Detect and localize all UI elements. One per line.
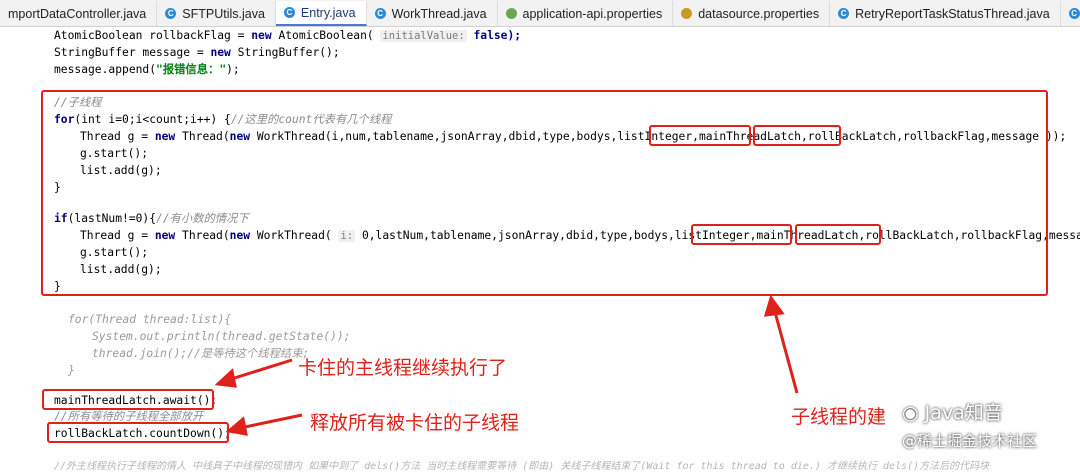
tab-3[interactable]: C WorkThread.java xyxy=(367,1,498,26)
tab-0[interactable]: CmportDataController.java xyxy=(0,1,158,26)
editor-tab-bar: CmportDataController.java C SFTPUtils.java… xyxy=(0,0,1080,27)
tab-label: datasource.properties xyxy=(698,6,820,21)
watermark-logo: ◉ Java知音 xyxy=(902,402,1003,424)
tab-1[interactable]: C SFTPUtils.java xyxy=(157,1,276,26)
main-await-box xyxy=(42,389,214,410)
tab-label: WorkThread.java xyxy=(391,6,487,21)
code-line-1: AtomicBoolean rollbackFlag = new AtomicB… xyxy=(54,29,522,42)
code-join: thread.join();//是等待这个线程结束; xyxy=(92,347,310,360)
annotation-main-continue: 卡住的主线程继续执行了 xyxy=(298,357,508,379)
tab-label: mportDataController.java xyxy=(8,6,147,21)
class-icon: C xyxy=(165,8,177,19)
tab-7[interactable]: CDataSourceController.java xyxy=(1061,1,1080,26)
rollback-latch-box-1 xyxy=(753,125,841,146)
code-println: System.out.println(thread.getState()); xyxy=(92,330,351,343)
class-icon: C xyxy=(838,8,850,19)
wechat-icon: ◉ xyxy=(902,402,925,424)
code-line-3: message.append("报错信息："); xyxy=(54,63,240,76)
tab-label: application-api.properties xyxy=(522,6,663,21)
class-icon: C xyxy=(374,8,386,19)
rollback-latch-box-2 xyxy=(795,224,881,245)
code-for-join: for(Thread thread:list){ xyxy=(68,313,232,326)
main-latch-box-2 xyxy=(691,224,792,245)
tab-label: SFTPUtils.java xyxy=(182,6,265,21)
tab-label: Entry.java xyxy=(300,5,356,20)
tab-4[interactable]: application-api.properties xyxy=(498,1,674,26)
tab-6[interactable]: C RetryReportTaskStatusThread.java xyxy=(830,1,1061,26)
code-bottom-comment: //外主线程执行子线程的情人 中线具子中线程的现错内 如果中到了 dels()方… xyxy=(54,461,990,472)
annotation-release-children: 释放所有被卡住的子线程 xyxy=(310,412,520,434)
properties-icon xyxy=(681,8,693,19)
tab-label: RetryReportTaskStatusThread.java xyxy=(855,6,1050,21)
tab-5[interactable]: datasource.properties xyxy=(673,1,831,26)
annotation-child-create: 子线程的建 xyxy=(791,406,887,428)
code-line-2: StringBuffer message = new StringBuffer(… xyxy=(54,46,340,59)
properties-icon xyxy=(505,8,517,19)
child-thread-block-box xyxy=(41,90,1048,296)
class-icon: C xyxy=(1068,8,1080,19)
parameter-hint: initialValue: xyxy=(380,30,467,42)
countdown-box xyxy=(47,422,229,443)
main-latch-box-1 xyxy=(649,125,751,146)
watermark-text: @稀土掘金技术社区 xyxy=(902,432,1038,450)
code-brace-3: } xyxy=(68,364,75,377)
tab-2[interactable]: C Entry.java xyxy=(275,1,367,26)
class-icon: C xyxy=(283,7,295,18)
